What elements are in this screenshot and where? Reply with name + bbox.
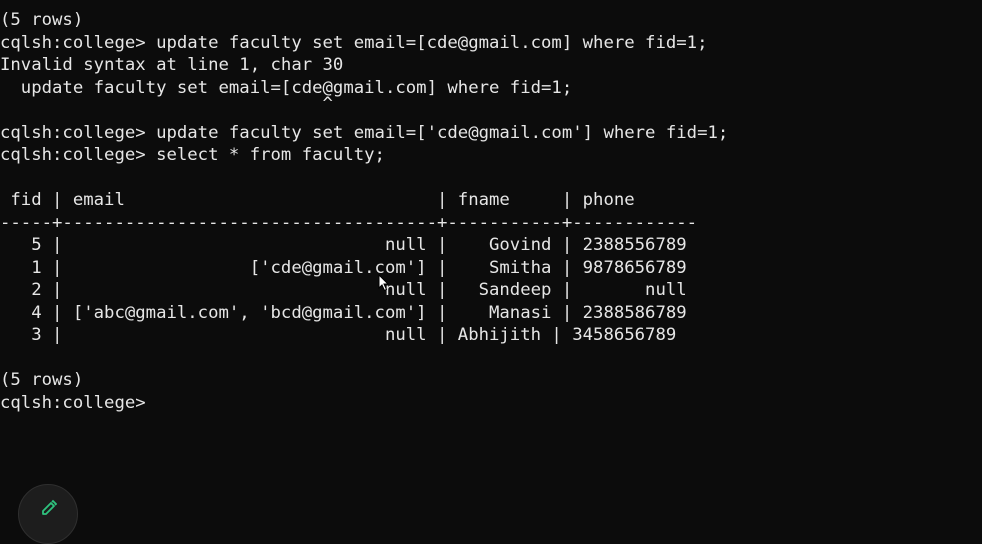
terminal-prompt[interactable]: cqlsh:college>	[0, 392, 982, 415]
terminal-line: (5 rows)	[0, 10, 84, 30]
table-header: fid | email | fname | phone	[0, 190, 635, 210]
error-caret: ^	[0, 94, 333, 114]
table-separator: -----+----------------------------------…	[0, 212, 698, 233]
terminal-output[interactable]: (5 rows) cqlsh:college> update faculty se…	[0, 9, 982, 511]
terminal-command-line: cqlsh:college> update faculty set email=…	[0, 32, 708, 53]
pencil-icon	[42, 499, 57, 515]
mouse-pointer-icon	[378, 274, 390, 292]
terminal-command-line: cqlsh:college> select * from faculty;	[0, 145, 385, 165]
table-row: 5 | null | Govind | 2388556789	[0, 235, 687, 255]
error-message: Invalid syntax at line 1, char 30	[0, 55, 344, 75]
terminal-command-line: cqlsh:college> update faculty set email=…	[0, 122, 729, 143]
table-row: 2 | null | Sandeep | null	[0, 280, 687, 300]
table-row: 3 | null | Abhijith | 3458656789	[0, 325, 677, 345]
table-row: 1 | ['cde@gmail.com'] | Smitha | 9878656…	[0, 257, 687, 278]
row-count: (5 rows)	[0, 370, 84, 390]
edit-fab-button[interactable]	[18, 484, 78, 544]
table-row: 4 | ['abc@gmail.com', 'bcd@gmail.com'] |…	[0, 302, 687, 323]
